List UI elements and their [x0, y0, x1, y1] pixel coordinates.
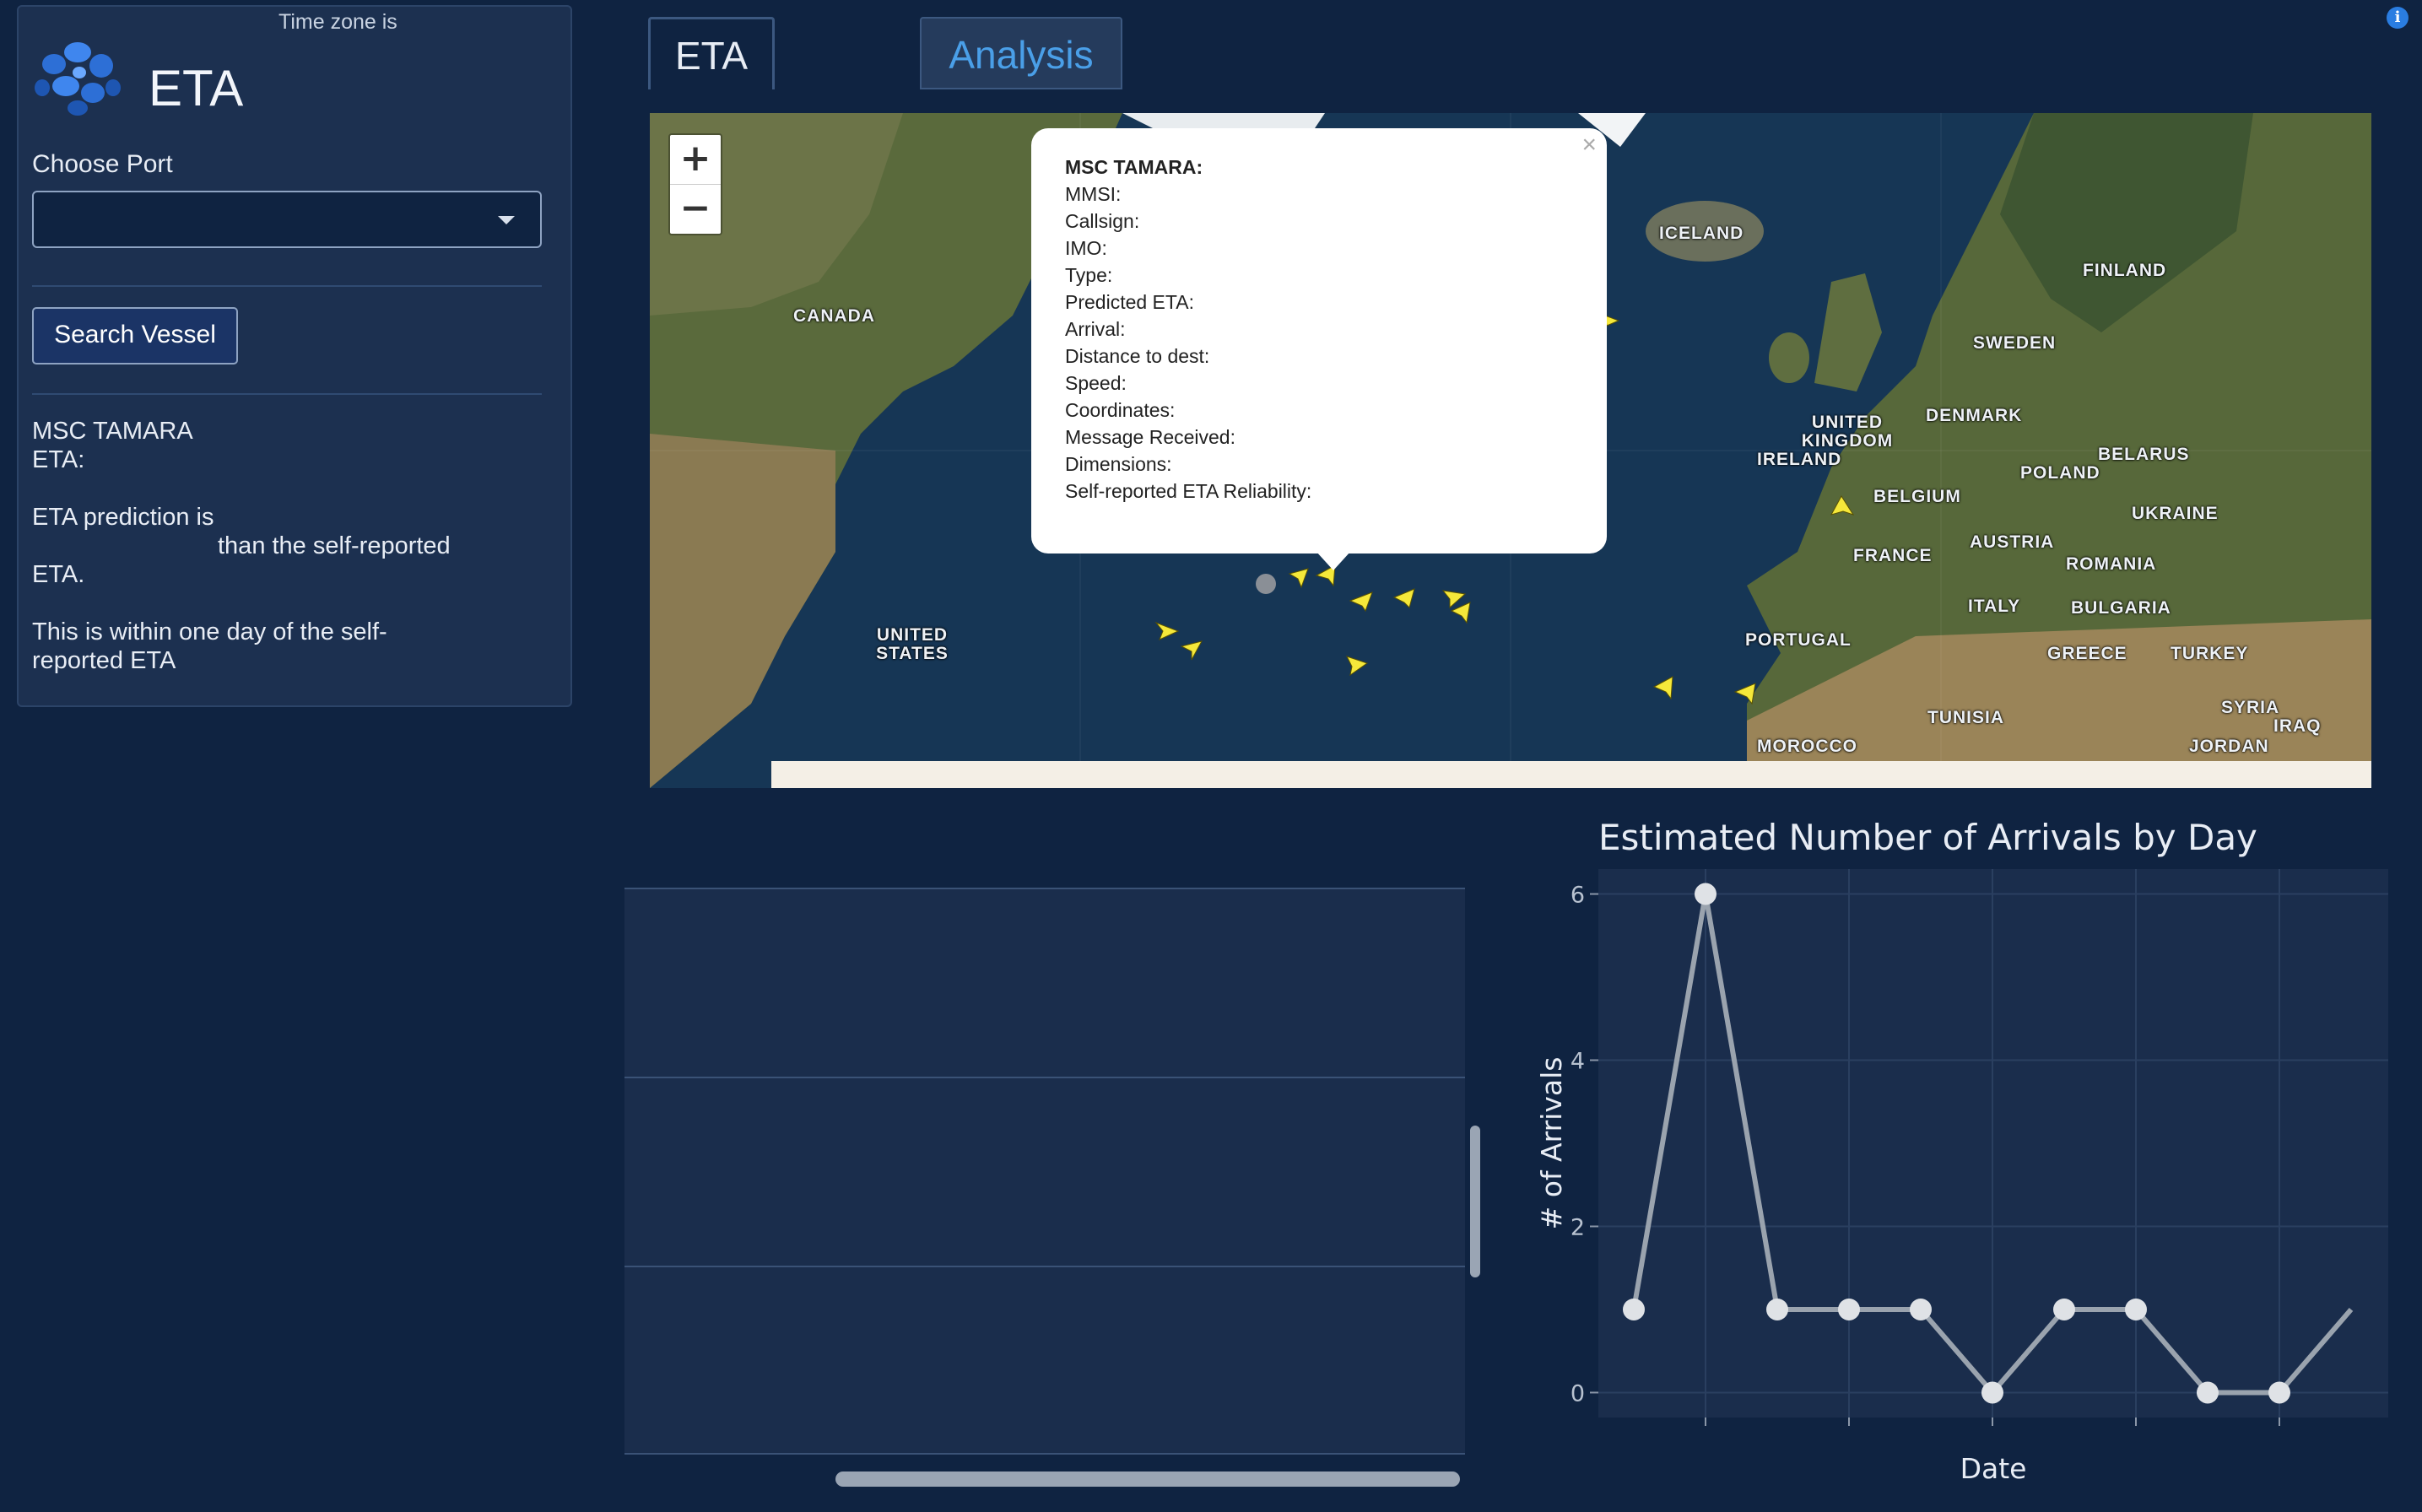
search-vessel-button[interactable]: Search Vessel — [32, 307, 238, 364]
map-label: GREECE — [2047, 644, 2127, 663]
prediction-text-3: ETA. — [32, 561, 85, 588]
map-label: MOROCCO — [1757, 737, 1857, 756]
port-select[interactable] — [32, 191, 542, 248]
map-label: POLAND — [2020, 463, 2100, 483]
table-row — [624, 1077, 1465, 1266]
map-label: ROMANIA — [2066, 554, 2157, 574]
x-axis-label: Date — [1960, 1452, 2027, 1485]
popup-field: Distance to dest: — [1065, 345, 1210, 367]
eta-label: ETA: — [32, 446, 85, 473]
divider — [32, 285, 542, 287]
close-icon[interactable]: × — [1581, 132, 1597, 159]
popup-tip — [1316, 552, 1350, 570]
chart-title: Estimated Number of Arrivals by Day — [1598, 817, 2257, 858]
popup-field: Dimensions: — [1065, 453, 1172, 475]
info-icon[interactable]: i — [2387, 7, 2408, 29]
app-logo-icon — [29, 30, 125, 120]
data-point — [2053, 1298, 2075, 1320]
map-label: AUSTRIA — [1970, 532, 2055, 552]
data-point — [1981, 1381, 2003, 1404]
data-point — [1623, 1298, 1645, 1320]
data-point — [1910, 1298, 1932, 1320]
table-row — [624, 1266, 1465, 1455]
popup-field: Message Received: — [1065, 426, 1235, 448]
map-label: JORDAN — [2189, 737, 2269, 756]
y-axis-label: # of Arrivals — [1536, 1057, 1568, 1230]
timezone-label: Time zone is — [278, 10, 397, 34]
x-axis-ticks — [1705, 1418, 2280, 1426]
map-label: TUNISIA — [1927, 708, 2004, 727]
map-label: SWEDEN — [1973, 333, 2057, 353]
zoom-out-button[interactable]: − — [670, 185, 721, 234]
popup-title: MSC TAMARA: — [1065, 156, 1203, 178]
map[interactable]: CANADA ICELAND FINLAND SWEDEN UNITED KIN… — [650, 113, 2371, 788]
arrivals-chart[interactable]: 0 2 4 6 # of Arrivals Date — [1536, 861, 2397, 1502]
map-attribution-bar — [771, 761, 2371, 788]
popup-field: Callsign: — [1065, 210, 1140, 232]
map-label: ICELAND — [1659, 224, 1744, 243]
map-label: SYRIA — [2221, 698, 2280, 717]
vessel-popup: × MSC TAMARA: MMSI: Callsign: IMO: Type:… — [1031, 128, 1607, 554]
data-point — [2268, 1381, 2290, 1404]
popup-field: Speed: — [1065, 372, 1127, 394]
within-text-2: reported ETA — [32, 647, 176, 674]
y-axis-ticks: 0 2 4 6 — [1571, 883, 1598, 1407]
map-label: ITALY — [1968, 597, 2021, 616]
map-label: IRAQ — [2273, 716, 2322, 736]
vertical-scrollbar[interactable] — [1470, 1126, 1480, 1277]
popup-field: IMO: — [1065, 237, 1107, 259]
popup-field: Arrival: — [1065, 318, 1126, 340]
data-point — [2125, 1298, 2147, 1320]
data-point — [1766, 1298, 1788, 1320]
map-label: DENMARK — [1926, 406, 2023, 425]
choose-port-label: Choose Port — [32, 150, 173, 178]
map-label: FRANCE — [1853, 546, 1933, 565]
popup-field: Type: — [1065, 264, 1113, 286]
tab-analysis[interactable]: Analysis — [920, 17, 1122, 89]
table-row — [624, 888, 1465, 1077]
popup-field: Coordinates: — [1065, 399, 1176, 421]
horizontal-scrollbar[interactable] — [835, 1472, 1460, 1487]
map-label: TURKEY — [2171, 644, 2249, 663]
prediction-text: ETA prediction is — [32, 504, 214, 531]
map-label: BELGIUM — [1873, 487, 1961, 506]
map-label: FINLAND — [2083, 261, 2167, 280]
data-point — [2197, 1381, 2219, 1404]
prediction-text-2: than the self-reported — [218, 532, 451, 559]
y-tick-label: 4 — [1571, 1049, 1585, 1075]
data-table[interactable] — [624, 888, 1465, 1455]
popup-field: MMSI: — [1065, 183, 1122, 205]
app-title: ETA — [149, 60, 244, 116]
y-tick-label: 0 — [1571, 1380, 1585, 1407]
map-label: UNITED KINGDOM — [1801, 413, 1894, 451]
y-tick-label: 2 — [1571, 1214, 1585, 1240]
map-label: PORTUGAL — [1745, 630, 1852, 650]
data-point — [1838, 1298, 1860, 1320]
map-label: BELARUS — [2098, 445, 2190, 464]
popup-field: Predicted ETA: — [1065, 291, 1194, 313]
map-label: IRELAND — [1757, 450, 1842, 469]
zoom-in-button[interactable]: + — [670, 135, 721, 185]
chevron-down-icon — [498, 216, 515, 224]
divider — [32, 393, 542, 395]
vessel-name: MSC TAMARA — [32, 418, 193, 445]
map-label: BULGARIA — [2071, 598, 2171, 618]
map-label: UKRAINE — [2132, 504, 2219, 523]
map-label: CANADA — [793, 306, 875, 326]
data-point — [1695, 883, 1716, 905]
popup-field: Self-reported ETA Reliability: — [1065, 480, 1312, 502]
within-text: This is within one day of the self- — [32, 618, 387, 645]
zoom-control: + − — [668, 133, 722, 235]
map-label: UNITED STATES — [876, 625, 949, 663]
y-tick-label: 6 — [1571, 883, 1585, 909]
tab-eta[interactable]: ETA — [648, 17, 775, 89]
